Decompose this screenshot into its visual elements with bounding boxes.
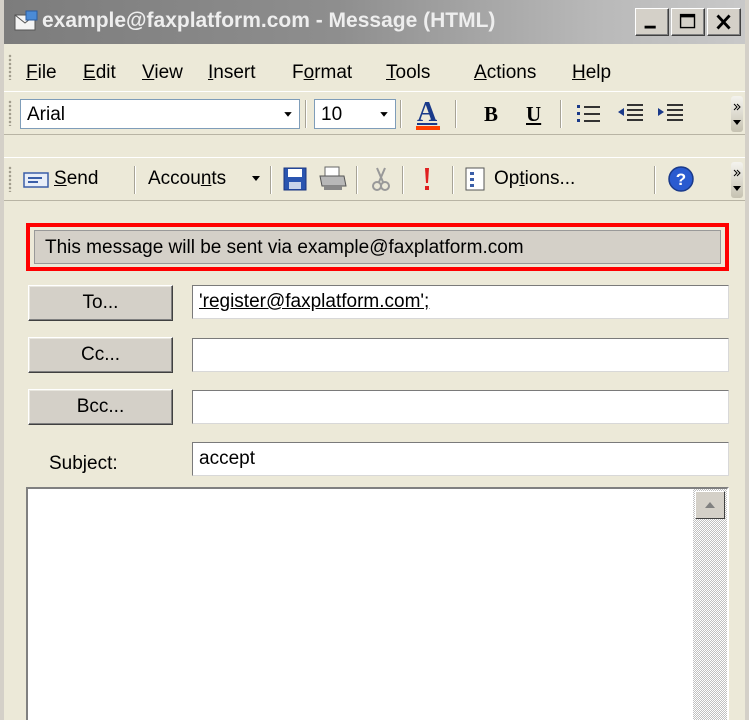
subject-label: Subject: (49, 453, 118, 474)
to-value: 'register@faxplatform.com'; (199, 291, 430, 312)
options-button[interactable]: Options... (460, 162, 646, 196)
minimize-button[interactable] (635, 8, 669, 36)
help-icon: ? (668, 166, 694, 192)
menu-help[interactable]: Help (572, 62, 611, 84)
bold-glyph: B (484, 102, 499, 126)
chevron-down-icon (252, 176, 260, 181)
cc-button[interactable]: Cc... (28, 337, 173, 373)
title-bar[interactable]: example@faxplatform.com - Message (HTML) (0, 0, 749, 44)
message-window: example@faxplatform.com - Message (HTML)… (0, 0, 749, 720)
importance-high-button[interactable] (412, 162, 442, 196)
decrease-indent-icon (618, 104, 643, 121)
maximize-icon (679, 13, 696, 29)
chevron-down-icon (284, 112, 292, 117)
close-icon (716, 14, 731, 30)
standard-toolbar: Send Accounts Options... ? (4, 157, 745, 201)
bold-button[interactable]: B (474, 97, 504, 131)
toolbar-separator (270, 166, 272, 194)
window-title: example@faxplatform.com - Message (HTML) (42, 9, 496, 32)
toolbar-separator (452, 166, 454, 194)
chevron-down-icon (733, 103, 741, 125)
toolbar-separator (402, 166, 404, 194)
bullets-button[interactable] (572, 97, 606, 131)
bcc-field[interactable] (192, 390, 729, 424)
toolbar-separator (134, 166, 136, 194)
window-left-border (0, 0, 4, 720)
increase-indent-button[interactable] (654, 97, 688, 131)
send-icon (23, 172, 49, 188)
font-name-select[interactable]: Arial (20, 99, 300, 129)
menubar-grip[interactable] (8, 54, 12, 80)
toolbar-grip[interactable] (8, 100, 12, 126)
cut-button[interactable] (366, 162, 396, 196)
chevron-down-icon (733, 169, 741, 191)
increase-indent-icon (658, 104, 683, 121)
font-size-select[interactable]: 10 (314, 99, 396, 129)
window-right-border (745, 0, 749, 720)
maximize-button[interactable] (671, 8, 705, 36)
exclamation-icon (425, 168, 429, 190)
formatting-toolbar: Arial 10 A B U (4, 91, 745, 135)
font-color-bar (416, 126, 440, 130)
cc-field[interactable] (192, 338, 729, 372)
save-icon (283, 167, 307, 191)
info-bar-text: This message will be sent via example@fa… (45, 237, 524, 258)
toolbar-separator (356, 166, 358, 194)
accounts-button[interactable]: Accounts (144, 162, 266, 196)
underline-button[interactable]: U (516, 97, 546, 131)
underline-glyph: U (526, 102, 542, 126)
decrease-indent-button[interactable] (614, 97, 648, 131)
options-icon (465, 167, 485, 191)
font-size-value: 10 (321, 104, 343, 125)
menu-view[interactable]: View (142, 62, 183, 84)
scroll-up-button[interactable] (695, 491, 725, 519)
help-button[interactable]: ? (664, 162, 698, 196)
menu-actions[interactable]: Actions (474, 62, 536, 84)
message-body-editor[interactable] (26, 487, 729, 720)
minimize-icon (644, 25, 656, 29)
bulleted-list-icon (577, 105, 600, 122)
font-name-value: Arial (27, 104, 66, 125)
to-field[interactable]: 'register@faxplatform.com'; (192, 285, 729, 319)
vertical-scrollbar[interactable] (693, 489, 727, 720)
font-color-letter: A (417, 97, 438, 128)
subject-value: accept (199, 448, 255, 469)
toolbar-separator (654, 166, 656, 194)
toolbar-separator (400, 100, 402, 128)
scissors-icon (372, 167, 390, 191)
toolbar-separator (455, 100, 457, 128)
toolbar-options-chevron[interactable] (731, 96, 743, 132)
menu-tools[interactable]: Tools (386, 62, 430, 84)
toolbar-options-chevron[interactable] (731, 162, 743, 198)
info-bar: This message will be sent via example@fa… (34, 230, 721, 264)
arrow-up-icon (705, 502, 715, 508)
subject-field[interactable]: accept (192, 442, 729, 476)
chevron-down-icon (380, 112, 388, 117)
print-button[interactable] (316, 162, 350, 196)
toolbar-separator (305, 100, 307, 128)
menu-insert[interactable]: Insert (208, 62, 256, 84)
toolbar-separator (560, 100, 562, 128)
menu-format[interactable]: Format (292, 62, 352, 84)
close-button[interactable] (707, 8, 741, 36)
menu-file[interactable]: File (26, 62, 57, 84)
menu-bar: File Edit View Insert Format Tools Actio… (4, 48, 745, 88)
to-button[interactable]: To... (28, 285, 173, 321)
menu-edit[interactable]: Edit (83, 62, 116, 84)
bcc-button[interactable]: Bcc... (28, 389, 173, 425)
printer-icon (319, 166, 347, 190)
font-color-button[interactable]: A (410, 97, 446, 131)
send-button[interactable]: Send (20, 162, 130, 196)
svg-text:?: ? (676, 170, 686, 189)
save-button[interactable] (280, 162, 310, 196)
toolbar-grip[interactable] (8, 166, 12, 192)
message-envelope-icon (14, 10, 38, 31)
